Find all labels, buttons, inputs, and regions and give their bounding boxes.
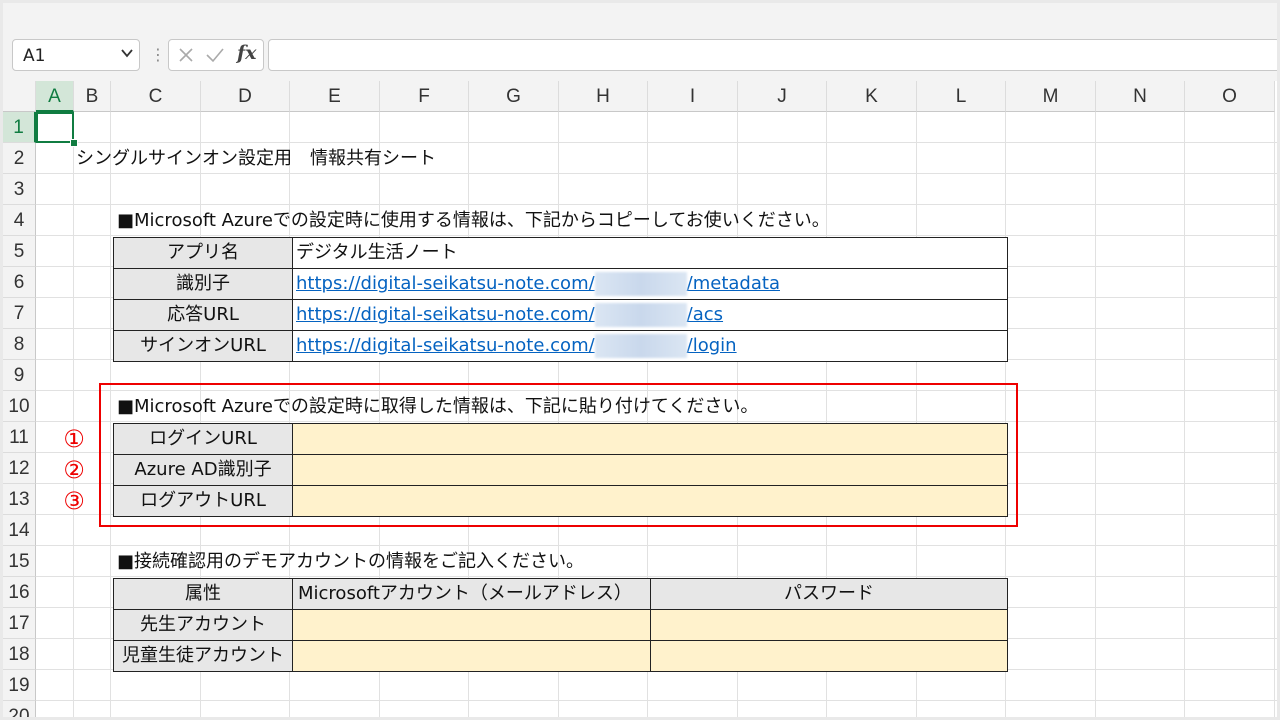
column-header-l[interactable]: L: [917, 81, 1006, 112]
row-header-12[interactable]: 12: [3, 453, 36, 484]
row-header-3[interactable]: 3: [3, 174, 36, 205]
row-header-1[interactable]: 1: [3, 112, 36, 143]
input-student-email[interactable]: [292, 640, 651, 672]
marker-1: ①: [63, 425, 85, 453]
column-header-d[interactable]: D: [201, 81, 290, 112]
row-header-10[interactable]: 10: [3, 391, 36, 422]
reply-url-prefix[interactable]: https://digital-seikatsu-note.com/: [296, 304, 595, 325]
signon-url-prefix[interactable]: https://digital-seikatsu-note.com/: [296, 335, 595, 356]
gridline-horizontal: [36, 204, 1277, 205]
gridline-vertical: [73, 112, 74, 717]
column-header-n[interactable]: N: [1096, 81, 1185, 112]
row-header-2[interactable]: 2: [3, 143, 36, 174]
column-header-k[interactable]: K: [827, 81, 917, 112]
label-identifier[interactable]: 識別子: [113, 268, 293, 300]
label-signon-url[interactable]: サインオンURL: [113, 330, 293, 362]
row-header-6[interactable]: 6: [3, 267, 36, 298]
gridline-horizontal: [36, 142, 1277, 143]
column-header-e[interactable]: E: [290, 81, 380, 112]
enter-check-icon[interactable]: [205, 46, 225, 64]
chevron-down-icon[interactable]: [120, 46, 134, 60]
highlight-box: [99, 383, 1018, 527]
column-header-o[interactable]: O: [1185, 81, 1275, 112]
column-header-j[interactable]: J: [738, 81, 827, 112]
value-signon-url[interactable]: https://digital-seikatsu-note.com/ /login: [292, 330, 1008, 362]
formula-bar: A1 ⋮ fx: [3, 3, 1277, 81]
formula-actions: fx: [168, 39, 264, 71]
redacted-id: [594, 334, 687, 358]
marker-3: ③: [63, 487, 85, 515]
label-app-name[interactable]: アプリ名: [113, 237, 293, 269]
drag-handle-icon[interactable]: ⋮: [150, 45, 166, 64]
identifier-url-suffix[interactable]: /metadata: [687, 273, 780, 294]
row-header-15[interactable]: 15: [3, 546, 36, 577]
label-student-account[interactable]: 児童生徒アカウント: [113, 640, 293, 672]
excel-window: A1 ⋮ fx ABCDEFGHIJKLMNO 1 2 3 4 5 6 7 8 9 10 11 12 1…: [3, 3, 1277, 717]
header-microsoft-account[interactable]: Microsoftアカウント（メールアドレス）: [292, 578, 651, 610]
column-header-i[interactable]: I: [648, 81, 738, 112]
name-box-value: A1: [20, 46, 46, 66]
worksheet-grid[interactable]: ABCDEFGHIJKLMNO 1 2 3 4 5 6 7 8 9 10 11 12 13 14 15 16 1…: [3, 81, 1277, 717]
row-header-19[interactable]: 19: [3, 670, 36, 701]
column-header-f[interactable]: F: [380, 81, 469, 112]
gridline-vertical: [1184, 112, 1185, 717]
row-header-20[interactable]: 20: [3, 701, 36, 717]
gridline-horizontal: [36, 545, 1277, 546]
column-header-b[interactable]: B: [74, 81, 111, 112]
gridline-horizontal: [36, 700, 1277, 701]
reply-url-suffix[interactable]: /acs: [687, 304, 723, 325]
row-header-9[interactable]: 9: [3, 360, 36, 391]
input-teacher-email[interactable]: [292, 609, 651, 641]
label-teacher-account[interactable]: 先生アカウント: [113, 609, 293, 641]
value-identifier[interactable]: https://digital-seikatsu-note.com/ /metad…: [292, 268, 1008, 300]
row-header-7[interactable]: 7: [3, 298, 36, 329]
row-header-16[interactable]: 16: [3, 577, 36, 608]
gridline-vertical: [1274, 112, 1275, 717]
row-header-5[interactable]: 5: [3, 236, 36, 267]
column-header-m[interactable]: M: [1006, 81, 1096, 112]
row-header-4[interactable]: 4: [3, 205, 36, 236]
cancel-icon[interactable]: [177, 46, 195, 64]
redacted-id: [594, 272, 687, 296]
row-header-13[interactable]: 13: [3, 484, 36, 515]
marker-2: ②: [63, 456, 85, 484]
column-header-g[interactable]: G: [469, 81, 559, 112]
column-header-h[interactable]: H: [559, 81, 648, 112]
row-header-11[interactable]: 11: [3, 422, 36, 453]
input-teacher-password[interactable]: [650, 609, 1008, 641]
section3-heading: ■接続確認用のデモアカウントの情報をご記入ください。: [117, 551, 585, 572]
value-reply-url[interactable]: https://digital-seikatsu-note.com/ /acs: [292, 299, 1008, 331]
row-header-17[interactable]: 17: [3, 608, 36, 639]
sheet-title: シングルサインオン設定用 情報共有シート: [76, 148, 436, 169]
row-header-14[interactable]: 14: [3, 515, 36, 546]
gridline-vertical: [1095, 112, 1096, 717]
select-all-corner[interactable]: [3, 81, 36, 112]
active-cell-a1[interactable]: [36, 112, 74, 143]
header-attribute[interactable]: 属性: [113, 578, 293, 610]
row-header-18[interactable]: 18: [3, 639, 36, 670]
column-header-c[interactable]: C: [111, 81, 201, 112]
label-reply-url[interactable]: 応答URL: [113, 299, 293, 331]
signon-url-suffix[interactable]: /login: [687, 335, 737, 356]
input-student-password[interactable]: [650, 640, 1008, 672]
header-password[interactable]: パスワード: [650, 578, 1008, 610]
column-header-a[interactable]: A: [36, 81, 74, 112]
formula-input[interactable]: [268, 39, 1277, 71]
value-app-name[interactable]: デジタル生活ノート: [292, 237, 1008, 269]
redacted-id: [594, 303, 687, 327]
name-box[interactable]: A1: [12, 39, 140, 71]
identifier-url-prefix[interactable]: https://digital-seikatsu-note.com/: [296, 273, 595, 294]
section1-heading: ■Microsoft Azureでの設定時に使用する情報は、下記からコピーしてお…: [117, 210, 830, 231]
row-header-8[interactable]: 8: [3, 329, 36, 360]
insert-function-icon[interactable]: fx: [237, 42, 257, 64]
